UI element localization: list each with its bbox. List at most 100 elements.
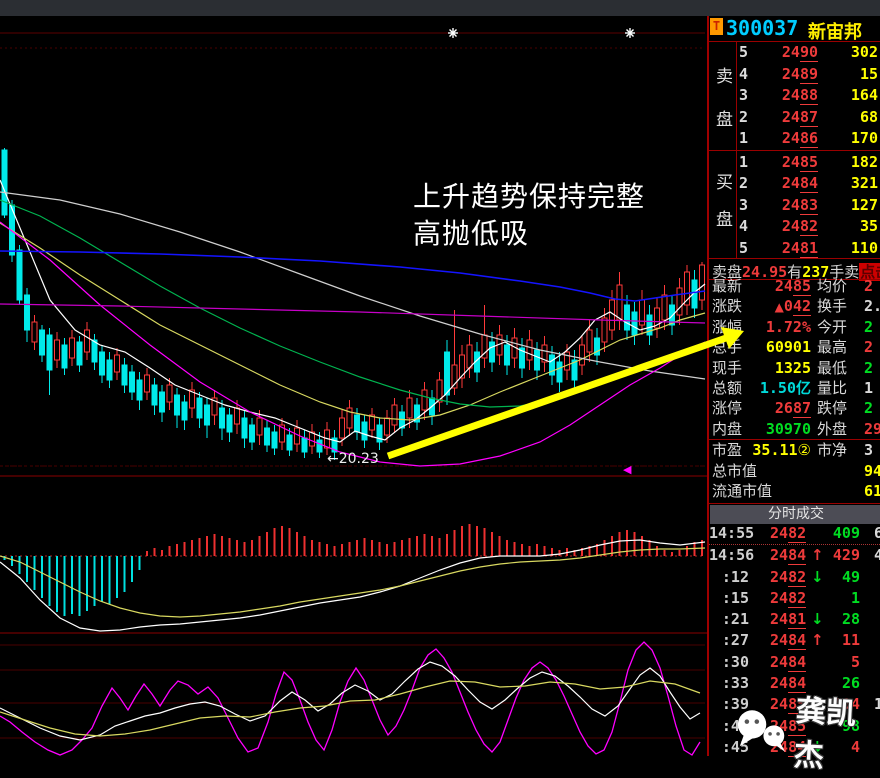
tape-time: :30 xyxy=(709,652,749,673)
price-value: 042 xyxy=(784,297,811,316)
tape-time: :21 xyxy=(709,609,749,630)
stat-value: 1325 xyxy=(739,358,811,378)
tape-volume: 49 xyxy=(842,567,860,588)
tape-row[interactable]: 14:5524824096 xyxy=(709,523,880,545)
stat-label: 内盘 xyxy=(712,419,742,439)
ma_magenta_flat xyxy=(0,304,705,323)
price-value: 2485 xyxy=(782,153,818,172)
price-cell: 2488 xyxy=(782,85,818,107)
price-value: 2481 xyxy=(770,610,806,629)
stock-code[interactable]: 300037 xyxy=(726,16,798,40)
stat-label: 流通市值 xyxy=(712,481,772,501)
stats-row[interactable]: 现手1325最低2 xyxy=(709,358,880,378)
tape-volume: 28 xyxy=(842,609,860,630)
tape-row[interactable]: 14:562484↑4294 xyxy=(709,545,880,566)
volume-cell: 15 xyxy=(860,64,878,86)
price-value: 2487 xyxy=(782,108,818,127)
tape-price: 2484 xyxy=(770,545,806,566)
stat-label: 市净 xyxy=(817,440,847,460)
stock-type-badge: T xyxy=(710,18,723,35)
price-cell: 2485 xyxy=(782,152,818,174)
level-number: 2 xyxy=(739,173,748,195)
price-value: 2485 xyxy=(775,277,811,296)
tape-time: :15 xyxy=(709,588,749,609)
stats-row[interactable]: 总额1.50亿量比1 xyxy=(709,378,880,398)
ask-row[interactable]: 52490302 xyxy=(709,42,880,64)
volume-cell: 321 xyxy=(851,173,878,195)
quote-panel: T 300037 新宙邦 卖盘 买盘 524903024248915324881… xyxy=(707,16,880,756)
tape-row[interactable]: :272484↑11 xyxy=(709,630,880,651)
stat-label: 跌停 xyxy=(817,398,847,418)
stats-row[interactable]: 总市值94.1 xyxy=(709,461,880,481)
stat-value: 2 xyxy=(864,337,873,357)
tape-time: 14:56 xyxy=(709,545,749,566)
stat-value: 2 xyxy=(864,276,873,296)
stats-row[interactable]: 内盘30970 外盘 29 xyxy=(709,419,880,439)
stats-row[interactable]: 涨幅1.72%今开2 xyxy=(709,317,880,337)
price-value: 2482 xyxy=(770,524,806,543)
stat-value: 29 xyxy=(864,419,880,439)
tape-row[interactable]: :15 2482 1 xyxy=(709,588,880,609)
stat-label: 外盘 xyxy=(817,419,847,439)
stats-row[interactable]: 涨停2687跌停2 xyxy=(709,398,880,418)
stat-label: 量比 xyxy=(817,378,847,398)
stats-row[interactable]: 总手60901最高2 xyxy=(709,337,880,357)
wechat-icon xyxy=(736,706,791,758)
price-value: 2490 xyxy=(782,43,818,62)
bid-row[interactable]: 52481110 xyxy=(709,238,880,260)
stats-row[interactable]: 流通市值61.8 xyxy=(709,481,880,501)
price-value: 2482 xyxy=(770,589,806,608)
stats-row[interactable]: 市盈35.11②市净3 xyxy=(709,440,880,460)
price-cell: 2487 xyxy=(782,107,818,129)
price-value: 2489 xyxy=(782,65,818,84)
tape-row[interactable]: :30 2484 5 xyxy=(709,652,880,673)
volume-cell: 170 xyxy=(851,128,878,150)
down-arrow-icon: ↓ xyxy=(811,567,824,588)
stat-value: 2 xyxy=(864,358,873,378)
tape-extra: 4 xyxy=(874,545,880,566)
stats-row[interactable]: 涨跌▲042换手2.4 xyxy=(709,296,880,316)
stats-row[interactable]: 最新2485均价2 xyxy=(709,276,880,296)
price-value: 2484 xyxy=(770,653,806,672)
stat-label: 总额 xyxy=(712,378,742,398)
price-value: 2484 xyxy=(770,546,806,565)
stat-label: 今开 xyxy=(817,317,847,337)
price-value: 2482 xyxy=(782,217,818,236)
tape-volume: 5 xyxy=(851,652,860,673)
tape-price: 2482 xyxy=(770,523,806,544)
stat-value: 30970 xyxy=(739,419,811,439)
stat-value: 2 xyxy=(864,317,873,337)
stat-value: 2687 xyxy=(739,398,811,418)
tape-price: 2481 xyxy=(770,609,806,630)
chart-annotation: 上升趋势保持完整 高抛低吸 xyxy=(413,178,645,252)
level-number: 2 xyxy=(739,107,748,129)
watermark: 龚凯杰 xyxy=(736,688,880,776)
ask-row[interactable]: 12486170 xyxy=(709,128,880,150)
kline-chart[interactable] xyxy=(0,0,707,756)
ask-row[interactable]: 2248768 xyxy=(709,107,880,129)
tape-volume: 11 xyxy=(842,630,860,651)
stat-value: 1.72% xyxy=(739,317,811,337)
level-number: 5 xyxy=(739,42,748,64)
tape-header[interactable]: 分时成交 xyxy=(710,505,880,524)
tape-volume: 1 xyxy=(851,588,860,609)
price-cell: 2490 xyxy=(782,42,818,64)
price-value: 2488 xyxy=(782,86,818,105)
bid-row[interactable]: 12485182 xyxy=(709,152,880,174)
price-value: 2481 xyxy=(782,239,818,258)
bid-row[interactable]: 4248235 xyxy=(709,216,880,238)
bid-queue: 124851822248432132483127424823552481110 xyxy=(709,152,880,260)
tape-row[interactable]: :212481↓28 xyxy=(709,609,880,630)
ask-row[interactable]: 32488164 xyxy=(709,85,880,107)
ask-row[interactable]: 4248915 xyxy=(709,64,880,86)
stat-value: ▲042 xyxy=(739,296,811,317)
bid-row[interactable]: 32483127 xyxy=(709,195,880,217)
tape-price: 2484 xyxy=(770,652,806,673)
bid-row[interactable]: 22484321 xyxy=(709,173,880,195)
price-value: 2486 xyxy=(782,129,818,148)
circled-number-badge: ② xyxy=(798,441,811,459)
stat-value: 2485 xyxy=(739,276,811,296)
tape-row[interactable]: :122482↓49 xyxy=(709,567,880,588)
macd-dea-line xyxy=(0,548,705,617)
macd-dif-line xyxy=(0,540,705,631)
